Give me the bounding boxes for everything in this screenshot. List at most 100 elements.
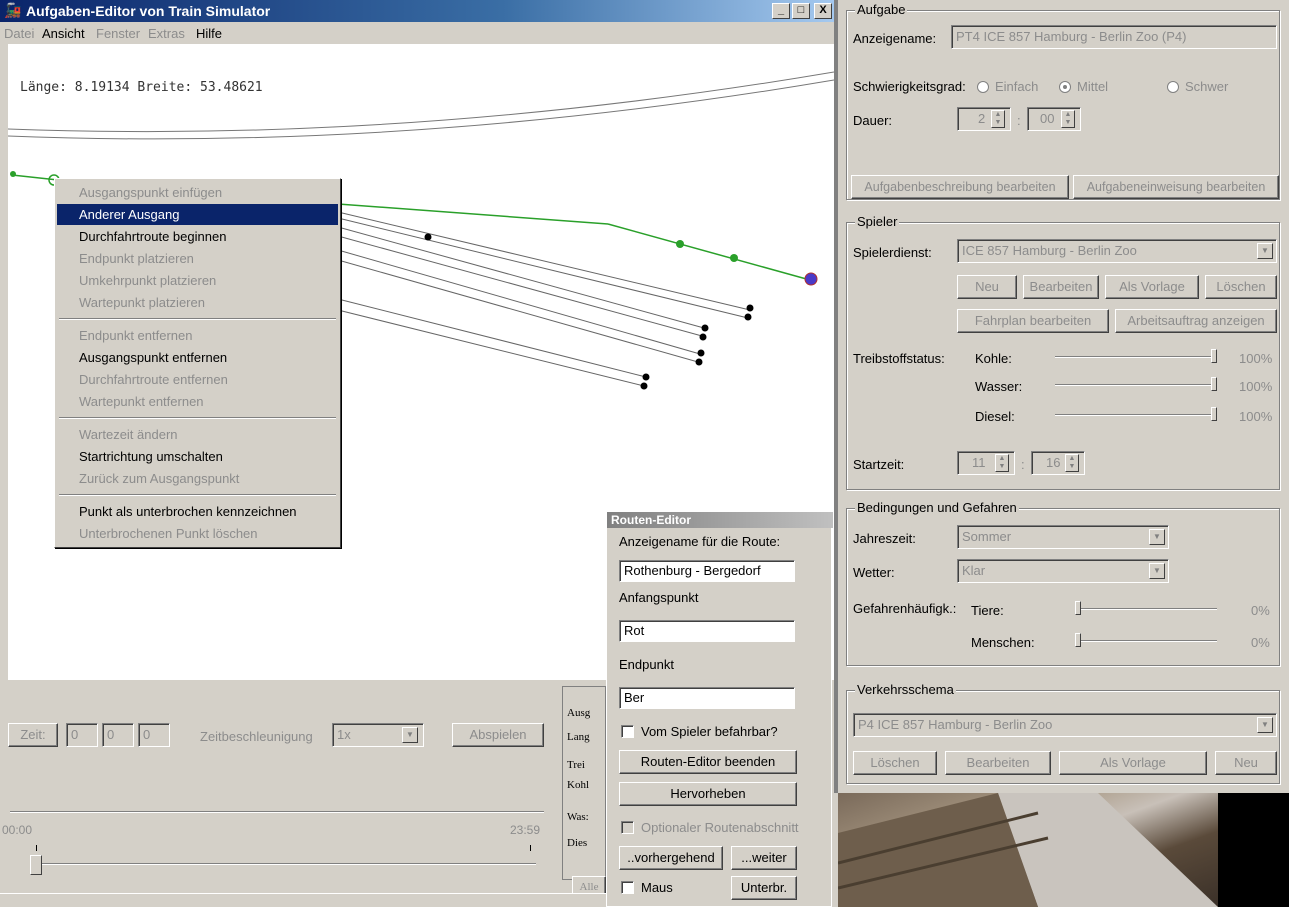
difficulty-hard-label: Schwer — [1185, 79, 1229, 94]
taskbar — [0, 893, 606, 907]
ctx-item[interactable]: Endpunkt entfernen — [57, 325, 338, 346]
chevron-down-icon[interactable]: ▼ — [1257, 717, 1273, 733]
ctx-item[interactable]: Endpunkt platzieren — [57, 248, 338, 269]
maximize-button[interactable]: □ — [792, 3, 810, 19]
close-route-editor-button[interactable]: Routen-Editor beenden — [619, 750, 797, 774]
traffic-select[interactable]: P4 ICE 857 Hamburg - Berlin Zoo — [853, 713, 1277, 737]
mouse-checkbox[interactable] — [621, 881, 634, 894]
track-end-point[interactable] — [697, 349, 705, 357]
people-slider-thumb[interactable] — [1075, 633, 1081, 647]
ctx-item[interactable]: Startrichtung umschalten — [57, 446, 338, 467]
route-name-input[interactable]: Rothenburg - Bergedorf — [619, 560, 795, 582]
water-slider-thumb[interactable] — [1211, 377, 1217, 391]
highlight-button[interactable]: Hervorheben — [619, 782, 797, 806]
people-slider-track — [1075, 640, 1217, 642]
optional-section-checkbox[interactable] — [621, 821, 634, 834]
minimize-button[interactable]: _ — [772, 3, 790, 19]
end-point-input[interactable]: Ber — [619, 687, 795, 709]
difficulty-medium-radio[interactable] — [1059, 81, 1071, 93]
player-service-select[interactable]: ICE 857 Hamburg - Berlin Zoo — [957, 239, 1277, 263]
new-service-button[interactable]: Neu — [957, 275, 1017, 299]
menu-ansicht[interactable]: Ansicht — [42, 26, 85, 41]
difficulty-easy-radio[interactable] — [977, 81, 989, 93]
difficulty-hard-radio[interactable] — [1167, 81, 1179, 93]
ctx-item[interactable]: Wartepunkt platzieren — [57, 292, 338, 313]
coal-slider-thumb[interactable] — [1211, 349, 1217, 363]
ctx-item[interactable]: Ausgangspunkt einfügen — [57, 182, 338, 203]
ctx-item[interactable]: Zurück zum Ausgangspunkt — [57, 468, 338, 489]
ctx-item[interactable]: Durchfahrtroute entfernen — [57, 369, 338, 390]
track-end-point[interactable] — [699, 333, 707, 341]
weather-select[interactable]: Klar — [957, 559, 1169, 583]
track-end-point[interactable] — [640, 382, 648, 390]
coal-value: 100% — [1239, 351, 1273, 366]
accel-label: Zeitbeschleunigung — [200, 729, 313, 744]
menu-datei[interactable]: Datei — [4, 26, 34, 41]
chevron-down-icon[interactable]: ▼ — [1257, 243, 1273, 259]
spinner-icon[interactable]: ▲ ▼ — [995, 454, 1009, 472]
edit-service-button[interactable]: Bearbeiten — [1023, 275, 1099, 299]
ctx-item[interactable]: Unterbrochenen Punkt löschen — [57, 523, 338, 544]
edit-traffic-button[interactable]: Bearbeiten — [945, 751, 1051, 775]
junction-point[interactable] — [424, 233, 432, 241]
display-name-input[interactable]: PT4 ICE 857 Hamburg - Berlin Zoo (P4) — [951, 25, 1277, 49]
spinner-icon[interactable]: ▲ ▼ — [1065, 454, 1079, 472]
play-button[interactable]: Abspielen — [452, 723, 544, 747]
delete-service-button[interactable]: Löschen — [1205, 275, 1277, 299]
break-button[interactable]: Unterbr. — [731, 876, 797, 900]
track-end-point[interactable] — [746, 304, 754, 312]
player-drivable-checkbox[interactable] — [621, 725, 634, 738]
ctx-item[interactable]: Ausgangspunkt entfernen — [57, 347, 338, 368]
close-button[interactable]: X — [814, 3, 832, 19]
edit-timetable-button[interactable]: Fahrplan bearbeiten — [957, 309, 1109, 333]
ctx-item-selected[interactable]: Anderer Ausgang — [57, 204, 338, 225]
task-group-title: Aufgabe — [855, 2, 908, 17]
track-end-point[interactable] — [642, 373, 650, 381]
ctx-item[interactable]: Durchfahrtroute beginnen — [57, 226, 338, 247]
ctx-item[interactable]: Wartezeit ändern — [57, 424, 338, 445]
time-slider-thumb[interactable] — [30, 855, 42, 875]
ctx-item[interactable]: Punkt als unterbrochen kennzeichnen — [57, 501, 338, 522]
new-traffic-button[interactable]: Neu — [1215, 751, 1277, 775]
menu-hilfe[interactable]: Hilfe — [196, 26, 222, 41]
path-node[interactable] — [676, 240, 684, 248]
menu-separator — [59, 417, 336, 419]
mini-row: Trei — [567, 759, 585, 771]
end-point[interactable] — [804, 272, 818, 286]
ctx-item[interactable]: Umkehrpunkt platzieren — [57, 270, 338, 291]
animals-slider-thumb[interactable] — [1075, 601, 1081, 615]
chevron-down-icon[interactable]: ▼ — [1149, 529, 1165, 545]
minute-field[interactable]: 0 — [102, 723, 134, 747]
time-button[interactable]: Zeit: — [8, 723, 58, 747]
menu-extras[interactable]: Extras — [148, 26, 185, 41]
edit-briefing-button[interactable]: Aufgabeneinweisung bearbeiten — [1073, 175, 1279, 199]
hour-field[interactable]: 0 — [66, 723, 98, 747]
path-node[interactable] — [10, 171, 16, 177]
season-select[interactable]: Sommer — [957, 525, 1169, 549]
start-point-input[interactable]: Rot — [619, 620, 795, 642]
spinner-icon[interactable]: ▲ ▼ — [1061, 110, 1075, 128]
previous-button[interactable]: ..vorhergehend — [619, 846, 723, 870]
menu-fenster[interactable]: Fenster — [96, 26, 140, 41]
next-button[interactable]: ...weiter — [731, 846, 797, 870]
ctx-item[interactable]: Wartepunkt entfernen — [57, 391, 338, 412]
delete-traffic-button[interactable]: Löschen — [853, 751, 937, 775]
weather-label: Wetter: — [853, 565, 895, 580]
path-node[interactable] — [730, 254, 738, 262]
track-end-point[interactable] — [695, 358, 703, 366]
second-field[interactable]: 0 — [138, 723, 170, 747]
track-end-point[interactable] — [701, 324, 709, 332]
time-slider-track — [36, 863, 536, 865]
template-traffic-button[interactable]: Als Vorlage — [1059, 751, 1207, 775]
route-editor-panel: Routen-Editor Anzeigename für die Route:… — [606, 511, 833, 907]
show-work-order-button[interactable]: Arbeitsauftrag anzeigen — [1115, 309, 1277, 333]
chevron-down-icon[interactable]: ▼ — [402, 727, 418, 743]
diesel-slider-thumb[interactable] — [1211, 407, 1217, 421]
edit-description-button[interactable]: Aufgabenbeschreibung bearbeiten — [851, 175, 1069, 199]
chevron-down-icon[interactable]: ▼ — [1149, 563, 1165, 579]
traffic-group: Verkehrsschema P4 ICE 857 Hamburg - Berl… — [846, 682, 1280, 784]
spinner-icon[interactable]: ▲ ▼ — [991, 110, 1005, 128]
template-service-button[interactable]: Als Vorlage — [1105, 275, 1199, 299]
track-end-point[interactable] — [744, 313, 752, 321]
task-group: Aufgabe Anzeigename: PT4 ICE 857 Hamburg… — [846, 2, 1280, 200]
